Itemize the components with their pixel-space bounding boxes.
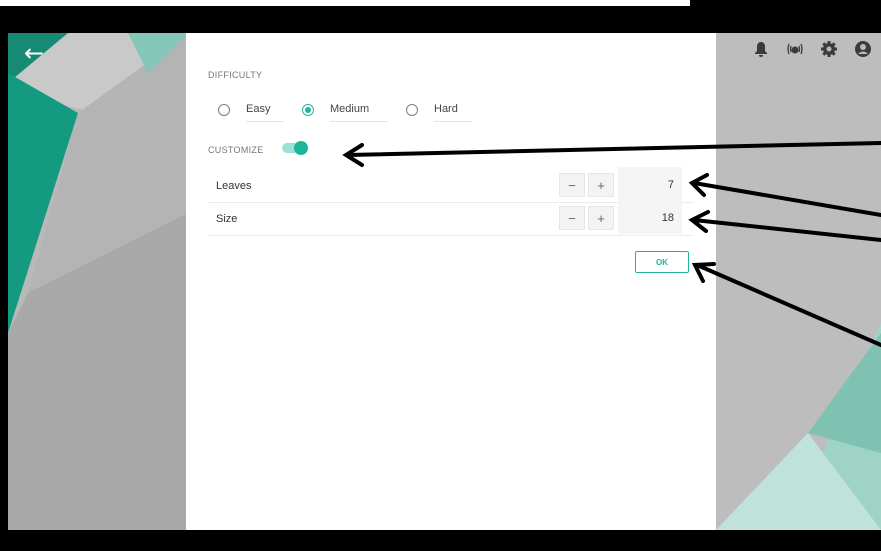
- customize-dialog: DIFFICULTY Easy Medium Hard CUSTOMIZE Le…: [186, 33, 716, 530]
- gear-icon[interactable]: [817, 37, 841, 61]
- radio-medium-label: Medium: [330, 97, 388, 122]
- leaves-increment-button[interactable]: +: [588, 173, 614, 197]
- radio-hard[interactable]: Hard: [406, 97, 472, 122]
- radio-easy-circle[interactable]: [218, 103, 230, 116]
- bell-icon[interactable]: [749, 37, 773, 61]
- status-icon-bar: [749, 37, 875, 61]
- app-screen: ← DIFFICULTY Easy Medium Hard CUSTOMIZE …: [8, 33, 881, 530]
- param-row-leaves: Leaves − + 7: [208, 167, 694, 203]
- radio-medium[interactable]: Medium: [302, 97, 388, 122]
- customize-toggle[interactable]: [282, 141, 308, 155]
- sensor-icon[interactable]: [783, 37, 807, 61]
- leaves-decrement-button[interactable]: −: [559, 173, 585, 197]
- account-icon[interactable]: [851, 37, 875, 61]
- customize-label: CUSTOMIZE: [208, 145, 264, 155]
- difficulty-radio-group: Easy Medium Hard: [218, 97, 490, 122]
- size-increment-button[interactable]: +: [588, 206, 614, 230]
- leaves-label: Leaves: [216, 180, 252, 192]
- size-decrement-button[interactable]: −: [559, 206, 585, 230]
- radio-easy-label: Easy: [246, 97, 284, 122]
- radio-easy[interactable]: Easy: [218, 97, 284, 122]
- ok-button[interactable]: OK: [635, 251, 689, 273]
- radio-hard-label: Hard: [434, 97, 472, 122]
- param-row-size: Size − + 18: [208, 200, 694, 236]
- leaves-value-field[interactable]: 7: [618, 167, 682, 201]
- radio-hard-circle[interactable]: [406, 103, 418, 116]
- difficulty-label: DIFFICULTY: [208, 70, 263, 80]
- size-value-field[interactable]: 18: [618, 200, 682, 234]
- top-border: [0, 0, 690, 7]
- radio-medium-circle[interactable]: [302, 103, 314, 116]
- back-arrow-icon[interactable]: ←: [20, 39, 48, 67]
- size-label: Size: [216, 213, 238, 225]
